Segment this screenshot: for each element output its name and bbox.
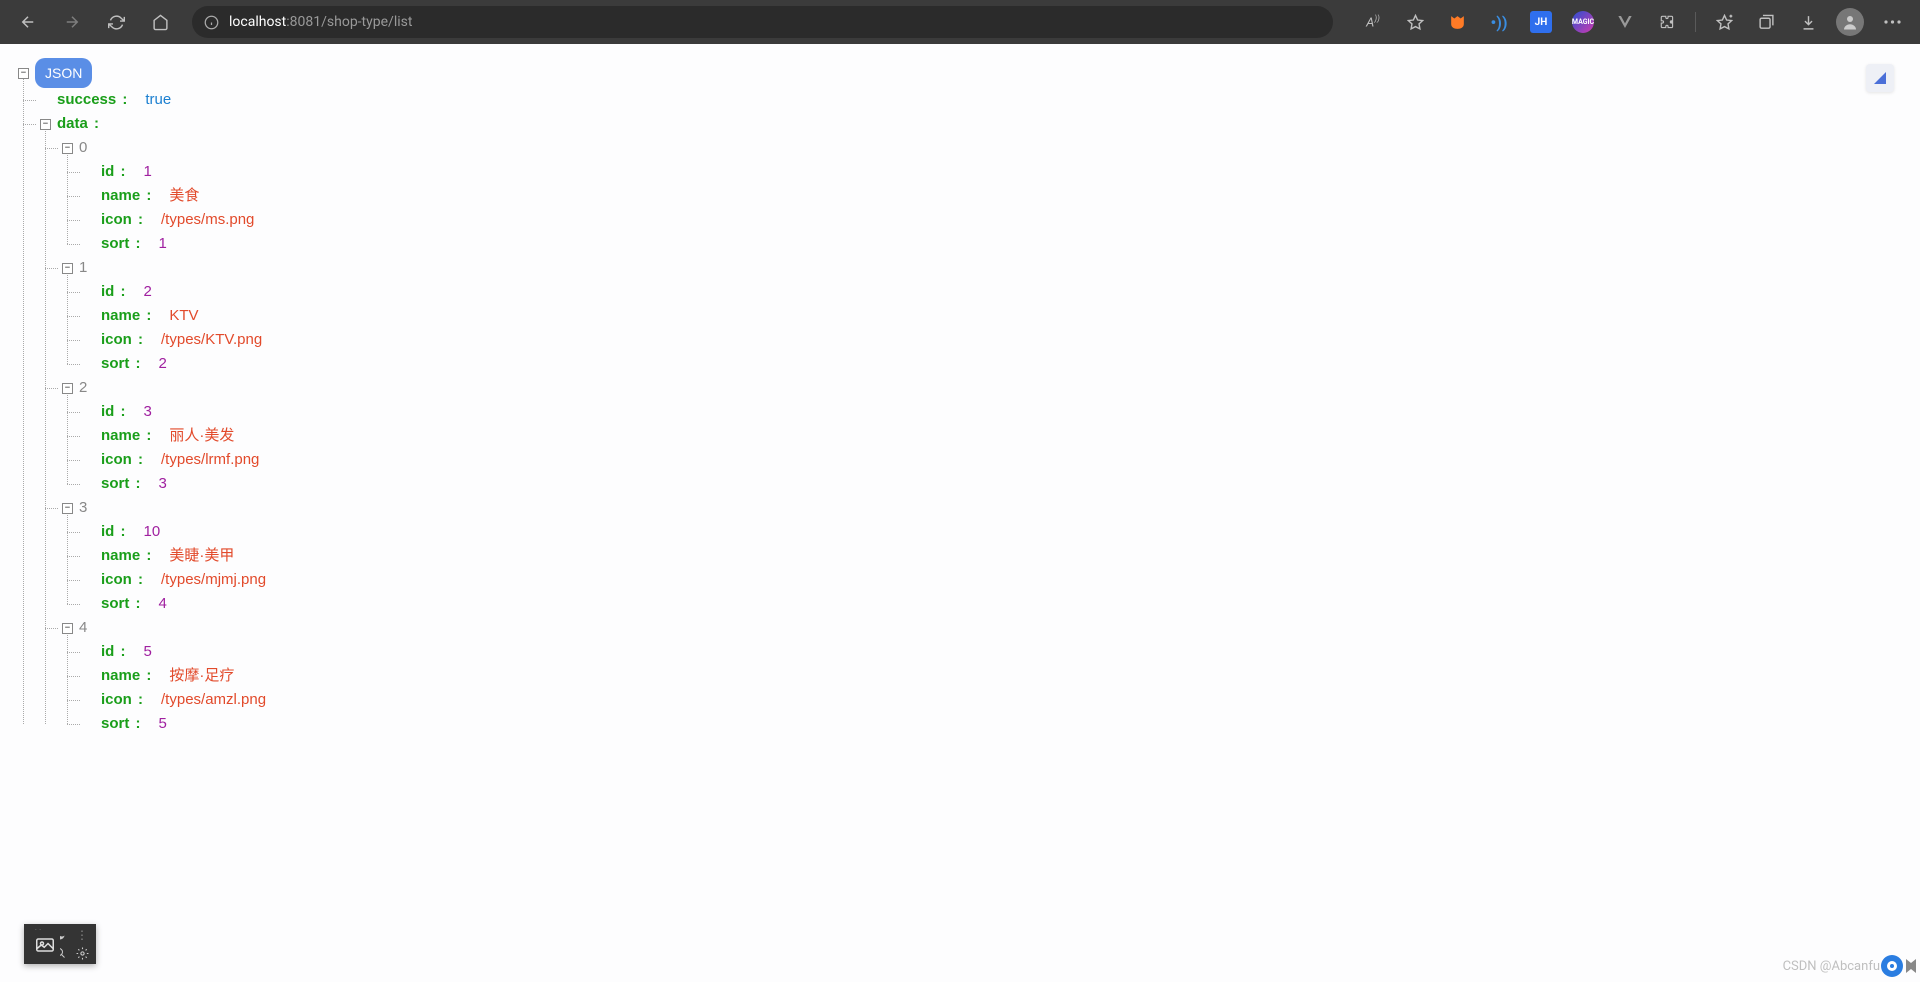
home-button[interactable] — [140, 4, 180, 40]
profile-button[interactable] — [1830, 4, 1870, 40]
val-id: 10 — [144, 520, 161, 544]
address-bar[interactable]: localhost:8081/shop-type/list — [192, 6, 1333, 38]
downloads-button[interactable] — [1788, 4, 1828, 40]
val-name: 美食 — [169, 184, 199, 208]
val-id: 5 — [144, 640, 152, 664]
collapse-toggle[interactable]: − — [62, 383, 73, 394]
url-text: localhost:8081/shop-type/list — [229, 14, 412, 30]
val-sort: 4 — [159, 592, 167, 616]
val-sort: 1 — [159, 232, 167, 256]
info-icon — [204, 15, 219, 30]
array-index: 4 — [79, 616, 87, 640]
key-data: data — [57, 112, 88, 136]
array-index: 0 — [79, 136, 87, 160]
puzzle-icon — [1659, 14, 1676, 31]
val-icon: /types/lrmf.png — [161, 448, 259, 472]
key-name: name — [101, 304, 140, 328]
extension-jh-icon[interactable]: JH — [1521, 4, 1561, 40]
read-aloud-button[interactable]: A)) — [1353, 4, 1393, 40]
collections-button[interactable] — [1746, 4, 1786, 40]
image-icon — [36, 938, 54, 952]
val-icon: /types/KTV.png — [161, 328, 262, 352]
val-icon: /types/ms.png — [161, 208, 254, 232]
star-icon — [1407, 14, 1424, 31]
assistant-button[interactable] — [1880, 954, 1916, 978]
ellipsis-icon — [1884, 20, 1901, 24]
key-name: name — [101, 424, 140, 448]
val-name: KTV — [169, 304, 198, 328]
extension-v-icon[interactable] — [1605, 4, 1645, 40]
val-id: 1 — [144, 160, 152, 184]
extension-sound-icon[interactable]: •)) — [1479, 4, 1519, 40]
array-index: 3 — [79, 496, 87, 520]
array-index: 2 — [79, 376, 87, 400]
val-sort: 2 — [159, 352, 167, 376]
extension-fox-icon[interactable] — [1437, 4, 1477, 40]
favorites-list-button[interactable] — [1704, 4, 1744, 40]
key-sort: sort — [101, 232, 129, 256]
key-sort: sort — [101, 472, 129, 496]
key-id: id — [101, 280, 114, 304]
array-index: 1 — [79, 256, 87, 280]
key-id: id — [101, 520, 114, 544]
collapse-toggle[interactable]: − — [62, 503, 73, 514]
gear-icon[interactable] — [74, 945, 90, 961]
page-viewport[interactable]: − JSON success : true − data : − 0 — [0, 44, 1920, 982]
collapse-toggle[interactable]: − — [62, 143, 73, 154]
avatar-icon — [1836, 8, 1864, 36]
key-name: name — [101, 544, 140, 568]
key-name: name — [101, 664, 140, 688]
val-id: 3 — [144, 400, 152, 424]
download-icon — [1800, 14, 1817, 31]
key-sort: sort — [101, 352, 129, 376]
key-id: id — [101, 160, 114, 184]
key-sort: sort — [101, 712, 129, 736]
key-success: success — [57, 88, 116, 112]
collapse-toggle[interactable]: − — [62, 263, 73, 274]
json-root-badge: JSON — [35, 58, 92, 88]
json-tree: − JSON success : true − data : − 0 — [0, 44, 1920, 750]
key-sort: sort — [101, 592, 129, 616]
key-id: id — [101, 640, 114, 664]
val-icon: /types/mjmj.png — [161, 568, 266, 592]
collapse-toggle[interactable]: − — [40, 119, 51, 130]
browser-toolbar: localhost:8081/shop-type/list A)) •)) JH… — [0, 0, 1920, 44]
star-plus-icon — [1716, 14, 1733, 31]
ime-dots-icon[interactable]: ⋮ — [74, 927, 90, 943]
key-name: name — [101, 184, 140, 208]
val-icon: /types/amzl.png — [161, 688, 266, 712]
collapse-toggle[interactable]: − — [62, 623, 73, 634]
back-button[interactable] — [8, 4, 48, 40]
refresh-button[interactable] — [96, 4, 136, 40]
key-icon: icon — [101, 568, 132, 592]
collapse-toggle[interactable]: − — [18, 68, 29, 79]
watermark-text: CSDN @Abcanfu — [1783, 959, 1880, 974]
val-name: 丽人·美发 — [169, 424, 234, 448]
val-sort: 3 — [159, 472, 167, 496]
val-id: 2 — [144, 280, 152, 304]
extensions-button[interactable] — [1647, 4, 1687, 40]
key-icon: icon — [101, 208, 132, 232]
extension-magic-icon[interactable]: MAGIC — [1563, 4, 1603, 40]
val-success: true — [145, 88, 171, 112]
screenshot-button[interactable] — [30, 930, 60, 960]
val-name: 美睫·美甲 — [169, 544, 234, 568]
key-id: id — [101, 400, 114, 424]
more-button[interactable] — [1872, 4, 1912, 40]
key-icon: icon — [101, 688, 132, 712]
key-icon: icon — [101, 448, 132, 472]
forward-button[interactable] — [52, 4, 92, 40]
favorite-button[interactable] — [1395, 4, 1435, 40]
key-icon: icon — [101, 328, 132, 352]
collections-icon — [1758, 14, 1775, 31]
val-name: 按摩·足疗 — [169, 664, 234, 688]
val-sort: 5 — [159, 712, 167, 736]
